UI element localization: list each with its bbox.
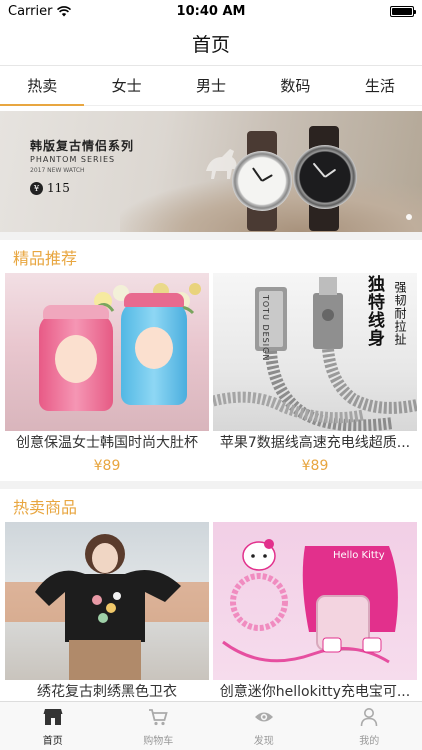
cable-drawing	[213, 277, 417, 431]
cable-brand-label: TOTU DESIGN	[261, 295, 270, 362]
product-price: ¥89	[93, 458, 121, 474]
navigation-bar: 首页	[0, 22, 422, 66]
section-divider	[0, 232, 422, 240]
carrier-label: Carrier	[8, 3, 53, 19]
section-title-hot: 热卖商品	[13, 497, 78, 517]
section-divider	[0, 481, 422, 489]
tab-label: 生活	[364, 77, 395, 95]
tab-cart[interactable]: 购物车	[106, 702, 212, 750]
status-time: 10:40 AM	[176, 3, 246, 19]
cart-icon	[147, 706, 169, 728]
metal-cable-image: 独特线身 强韧耐拉扯 TOTU DESIGN	[213, 273, 417, 431]
product-grid-recommended: 创意保温女士韩国时尚大肚杯 ¥89 独特线身 强韧耐拉扯 TOTU DESIGN…	[0, 273, 422, 477]
blue-cup	[121, 293, 187, 405]
section-title-recommended: 精品推荐	[13, 248, 78, 268]
sweater-drawing	[5, 534, 209, 680]
product-card[interactable]: 绣花复古刺绣黑色卫衣	[5, 522, 209, 704]
product-card[interactable]: 独特线身 强韧耐拉扯 TOTU DESIGN 苹果7数据线高速充电线超质... …	[213, 273, 417, 477]
product-name: 苹果7数据线高速充电线超质...	[219, 435, 411, 451]
banner-page-indicator[interactable]	[406, 214, 412, 220]
status-bar: Carrier 10:40 AM	[0, 0, 422, 22]
banner-tagline: 2017 NEW WATCH	[30, 167, 85, 174]
banner-subtitle: PHANTOM SERIES	[30, 155, 116, 164]
category-tabs: 热卖 女士 男士 数码 生活	[0, 66, 422, 106]
status-left: Carrier	[8, 4, 128, 19]
white-watch-image	[232, 151, 292, 211]
tab-label: 购物车	[143, 736, 174, 747]
banner-title: 韩版复古情侣系列	[30, 139, 135, 153]
product-card[interactable]: 创意保温女士韩国时尚大肚杯 ¥89	[5, 273, 209, 477]
yen-icon: ¥	[30, 181, 43, 195]
page-title: 首页	[191, 34, 230, 56]
black-watch-image	[293, 145, 357, 209]
embroidered-sweater-image	[5, 522, 209, 680]
tab-profile[interactable]: 我的	[317, 702, 422, 750]
person-icon	[358, 706, 380, 728]
tab-label: 热卖	[27, 77, 58, 95]
banner-price: ¥ 115	[30, 181, 70, 195]
tab-label: 女士	[111, 77, 142, 95]
home-store-icon	[42, 706, 64, 728]
tab-hot[interactable]: 热卖	[0, 66, 85, 106]
wifi-icon	[57, 5, 72, 16]
tab-life[interactable]: 生活	[338, 66, 422, 105]
banner-price-value: 115	[47, 181, 70, 195]
tab-label: 我的	[359, 736, 380, 747]
product-price: ¥89	[301, 458, 329, 474]
promo-banner[interactable]: 韩版复古情侣系列 PHANTOM SERIES 2017 NEW WATCH ¥…	[0, 111, 422, 232]
battery-icon	[390, 5, 416, 17]
pink-cup	[39, 305, 113, 411]
thermos-cups-image	[5, 273, 209, 431]
tab-men[interactable]: 男士	[169, 66, 253, 105]
hello-kitty-powerbank-image: Hello Kitty	[213, 522, 417, 680]
tab-label: 男士	[196, 77, 227, 95]
page-dot	[406, 214, 412, 220]
tab-label: 首页	[42, 736, 63, 747]
tab-label: 发现	[253, 736, 274, 747]
bottom-tab-bar: 首页 购物车 发现 我的	[0, 701, 422, 750]
tab-digital[interactable]: 数码	[253, 66, 337, 105]
product-name: 创意保温女士韩国时尚大肚杯	[16, 435, 198, 451]
eye-icon	[253, 706, 275, 728]
kitty-drawing	[222, 539, 398, 664]
tab-women[interactable]: 女士	[84, 66, 168, 105]
tab-label: 数码	[280, 77, 311, 95]
status-right	[294, 5, 416, 17]
product-grid-hot: 绣花复古刺绣黑色卫衣 Hello Kitty 创意迷你hellokitty充电宝…	[0, 522, 422, 704]
tab-home[interactable]: 首页	[0, 702, 106, 750]
kitty-brand-label: Hello Kitty	[333, 550, 385, 561]
tab-discover[interactable]: 发现	[211, 702, 317, 750]
product-card[interactable]: Hello Kitty 创意迷你hellokitty充电宝可...	[213, 522, 417, 704]
